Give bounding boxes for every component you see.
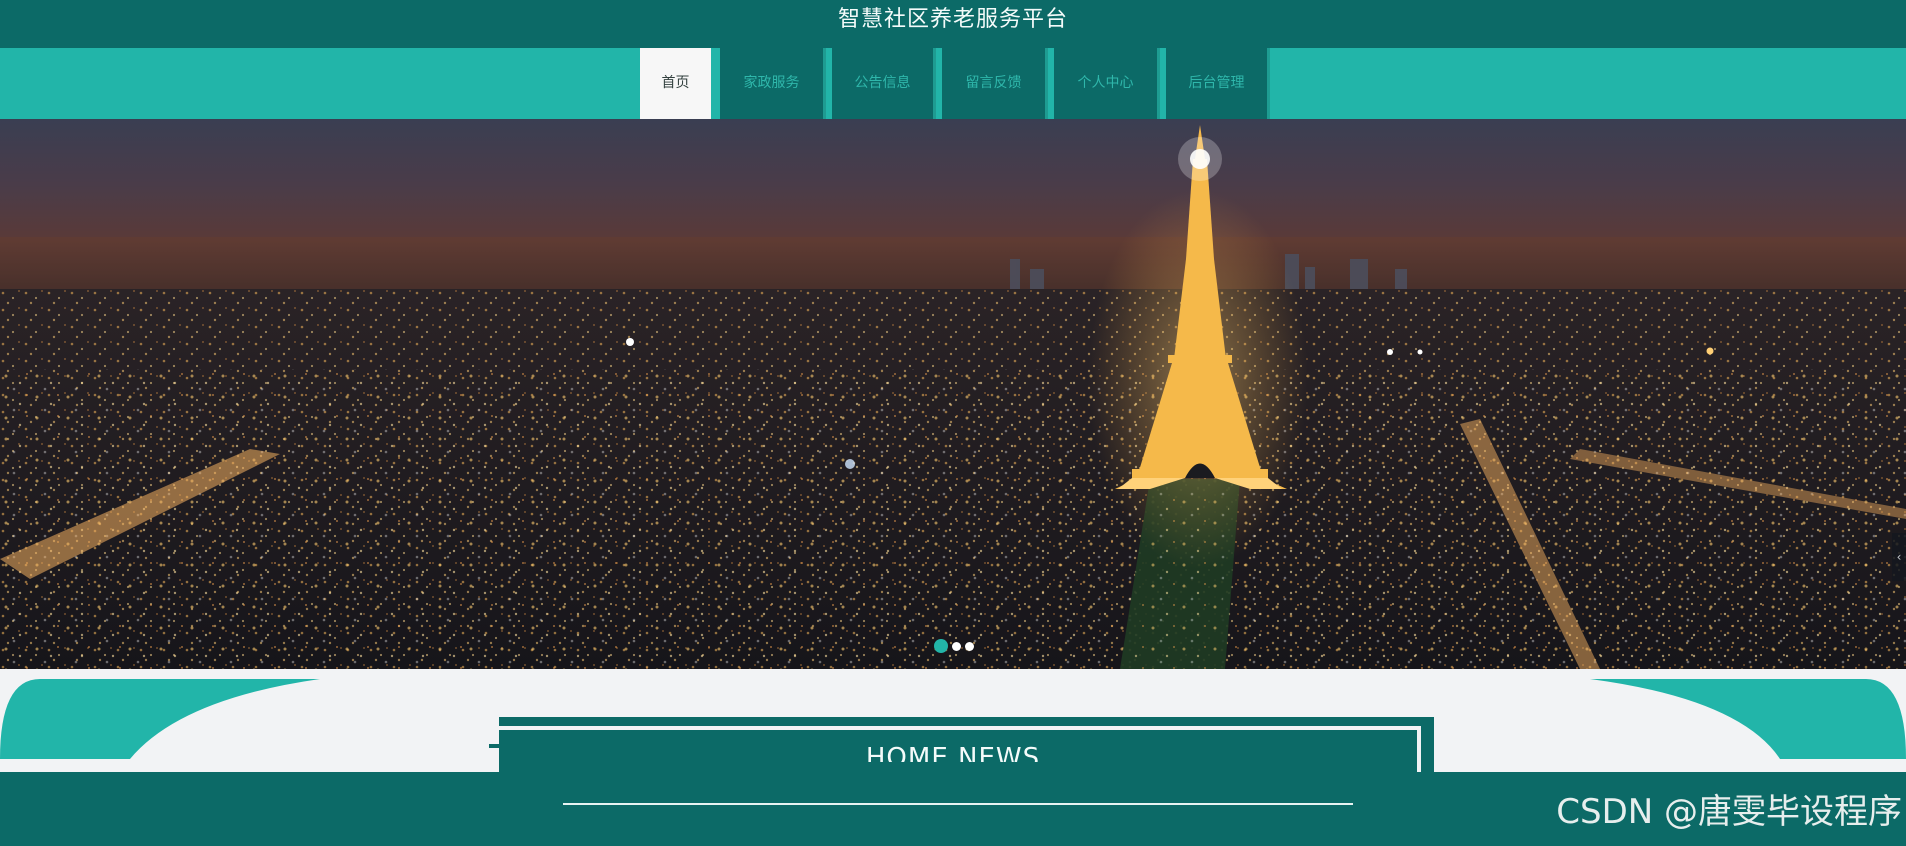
watermark: CSDN @唐雯毕设程序 [1556, 792, 1902, 832]
carousel-dot-2[interactable] [952, 641, 961, 651]
footer-divider [563, 803, 1353, 805]
nav-item-home[interactable]: 首页 [640, 48, 714, 119]
banner-carousel[interactable]: ‹ [0, 119, 1906, 669]
nav-item-housekeeping[interactable]: 家政服务 [720, 48, 826, 119]
carousel-indicators [934, 639, 974, 653]
news-heading: HOME NEWS [865, 744, 1041, 762]
carousel-dot-3[interactable] [965, 641, 974, 651]
nav-item-admin[interactable]: 后台管理 [1166, 48, 1270, 119]
footer: CSDN @唐雯毕设程序 [0, 772, 1906, 846]
site-title: 智慧社区养老服务平台 [837, 7, 1068, 32]
nav-item-announcements[interactable]: 公告信息 [832, 48, 936, 119]
main-nav: 首页 家政服务 公告信息 留言反馈 个人中心 后台管理 [640, 48, 1270, 119]
header-bar: 智慧社区养老服务平台 [0, 0, 1906, 48]
nav-item-profile[interactable]: 个人中心 [1054, 48, 1160, 119]
banner-image [0, 119, 1906, 669]
carousel-arrow-icon[interactable]: ‹ [1892, 533, 1906, 581]
nav-item-feedback[interactable]: 留言反馈 [942, 48, 1048, 119]
carousel-dot-1[interactable] [934, 639, 948, 653]
